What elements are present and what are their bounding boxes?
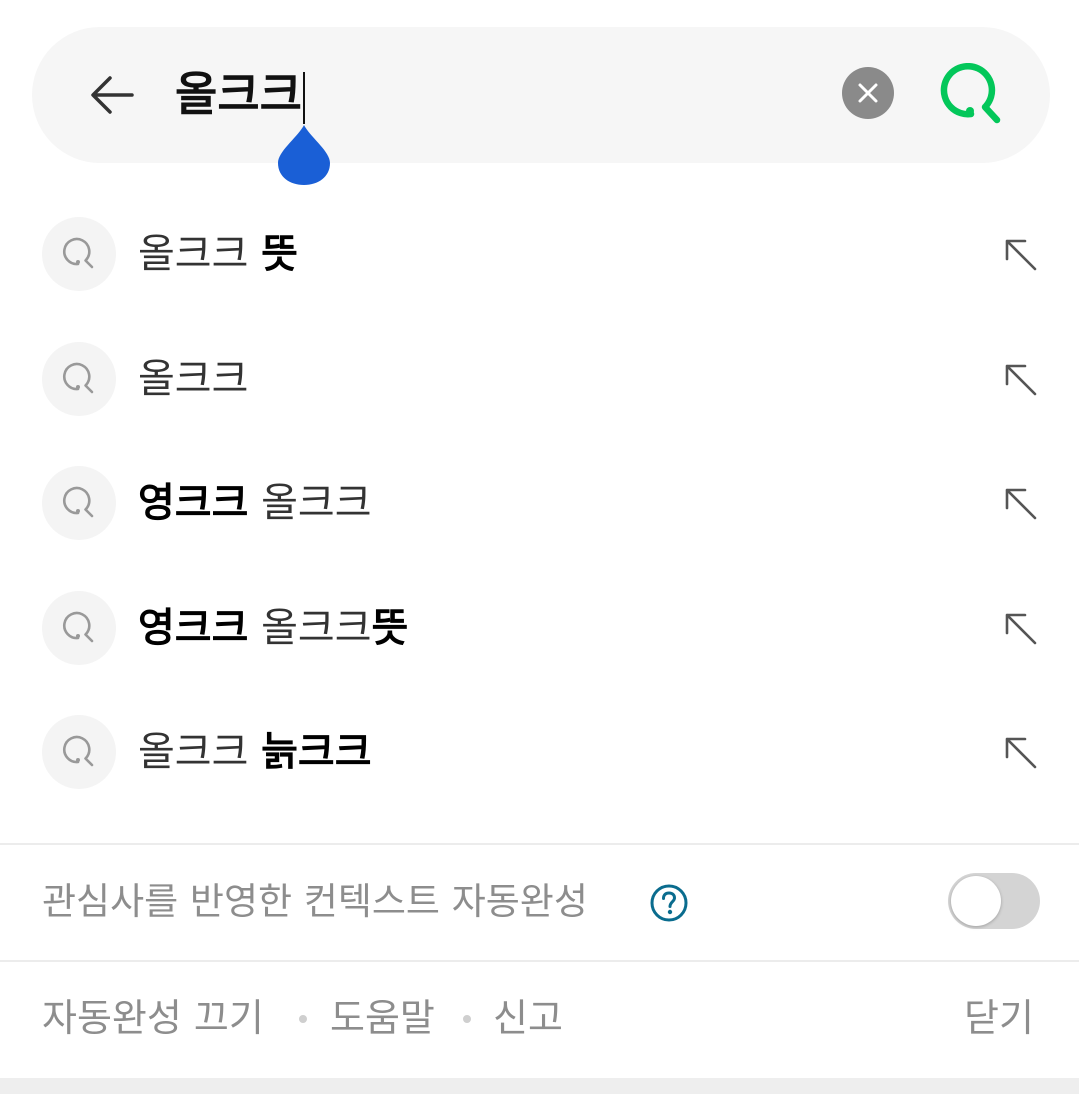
suggestion-text: 영크크 올크크뜻	[138, 601, 408, 655]
search-icon	[940, 63, 1001, 124]
clear-x-icon	[858, 83, 878, 103]
help-link[interactable]: 도움말	[330, 988, 435, 1048]
suggestion-text-bold: 영크크	[138, 604, 249, 651]
fill-query-button[interactable]	[998, 357, 1044, 403]
selection-handle-icon	[278, 125, 330, 185]
search-icon	[62, 486, 94, 518]
autocomplete-page: 올크크 올크크 뜻 올크크 영크크 올크크 영크크 올크크뜻 올크크 늙크크 관심사를 …	[0, 0, 1079, 1094]
suggestion-item[interactable]: 영크크 올크크	[0, 441, 1079, 566]
close-link[interactable]: 닫기	[964, 988, 1034, 1048]
suggestion-text: 올크크 뜻	[138, 227, 298, 281]
divider	[0, 843, 1079, 845]
suggestion-search-icon-badge	[42, 217, 116, 291]
back-arrow-icon	[91, 76, 134, 114]
suggestion-text-normal: 올크크	[248, 604, 372, 651]
report-link[interactable]: 신고	[493, 988, 563, 1048]
fill-query-button[interactable]	[998, 481, 1044, 527]
search-icon	[62, 735, 94, 767]
suggestion-text-bold: 영크크	[138, 480, 249, 526]
context-autocomplete-toggle[interactable]	[948, 873, 1040, 929]
suggestion-text-normal: 올크크	[138, 355, 249, 402]
context-autocomplete-label: 관심사를 반영한 컨텍스트 자동완성	[42, 880, 588, 923]
suggestion-text-bold: 늙크크	[261, 729, 372, 775]
text-selection-handle[interactable]	[276, 123, 332, 187]
suggestion-text-bold: 뜻	[371, 604, 409, 651]
arrow-up-left-icon	[1005, 613, 1037, 644]
suggestion-text-normal: 올크크	[138, 729, 262, 775]
suggestion-text: 올크크 늙크크	[138, 725, 372, 779]
suggestion-text-normal: 올크크	[248, 480, 372, 526]
search-icon	[62, 237, 94, 269]
suggestion-item[interactable]: 영크크 올크크뜻	[0, 566, 1079, 691]
suggestion-search-icon-badge	[42, 590, 116, 665]
separator-dot	[463, 1015, 471, 1023]
suggestion-text-normal: 올크크	[138, 231, 262, 277]
search-bar[interactable]: 올크크	[32, 27, 1050, 185]
toggle-knob	[951, 876, 1001, 926]
fill-query-button[interactable]	[998, 232, 1044, 278]
suggestion-text: 올크크	[138, 352, 248, 406]
suggestion-search-icon-badge	[42, 466, 116, 540]
autocomplete-off-link[interactable]: 자동완성 끄기	[42, 988, 264, 1048]
suggestion-item[interactable]: 올크크 뜻	[0, 192, 1079, 317]
search-icon	[62, 362, 94, 393]
arrow-up-left-icon	[1005, 239, 1037, 271]
arrow-up-left-icon	[1005, 737, 1037, 769]
arrow-up-left-icon	[1005, 488, 1037, 520]
fill-query-button[interactable]	[998, 606, 1044, 652]
suggestion-search-icon-badge	[42, 341, 116, 416]
text-caret	[302, 71, 305, 124]
suggestion-text-bold: 뜻	[261, 231, 298, 277]
arrow-up-left-icon	[1005, 364, 1037, 395]
suggestion-item[interactable]: 올크크 늙크크	[0, 690, 1079, 815]
suggestion-search-icon-badge	[42, 715, 116, 789]
search-input[interactable]: 올크크	[175, 61, 305, 127]
suggestion-item[interactable]: 올크크	[0, 317, 1079, 442]
suggestion-text: 영크크 올크크	[138, 476, 372, 530]
back-button[interactable]	[84, 67, 140, 123]
separator-dot	[299, 1015, 307, 1023]
search-query-text: 올크크	[175, 67, 302, 121]
divider	[0, 960, 1079, 962]
help-question-icon[interactable]	[649, 883, 689, 923]
bottom-strip	[0, 1078, 1079, 1094]
clear-button[interactable]	[842, 67, 894, 119]
fill-query-button[interactable]	[998, 730, 1044, 776]
search-submit-button[interactable]	[938, 61, 1006, 129]
suggestion-list: 올크크 뜻 올크크 영크크 올크크 영크크 올크크뜻 올크크 늙크크	[0, 192, 1079, 815]
search-icon	[62, 611, 94, 642]
